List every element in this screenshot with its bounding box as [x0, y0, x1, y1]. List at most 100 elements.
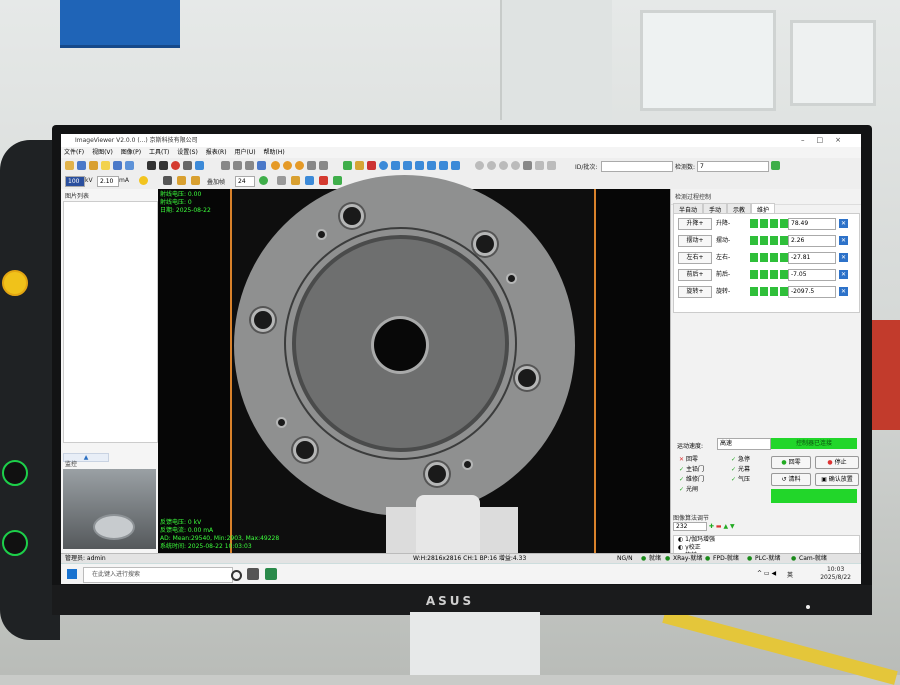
- pointer-icon[interactable]: [257, 161, 266, 170]
- app-taskbar-icon[interactable]: [265, 568, 277, 580]
- algorithm-item[interactable]: ◐ γ校正: [674, 544, 859, 552]
- refresh-icon[interactable]: [259, 176, 268, 185]
- polygon-icon[interactable]: [403, 161, 412, 170]
- swing-value[interactable]: 2.26: [788, 235, 836, 247]
- jog-fast-button[interactable]: [750, 219, 758, 228]
- frontback-plus-button[interactable]: 前后+: [678, 269, 712, 281]
- settings-icon[interactable]: [125, 161, 134, 170]
- area-icon[interactable]: [415, 161, 424, 170]
- profile-icon[interactable]: [427, 161, 436, 170]
- wand-icon[interactable]: [277, 176, 286, 185]
- taskbar-clock[interactable]: 10:03 2025/8/22: [820, 566, 851, 582]
- jog-mid-button[interactable]: [760, 219, 768, 228]
- stop-icon[interactable]: [171, 161, 180, 170]
- menu-tools[interactable]: 工具(T): [146, 149, 172, 156]
- windows-start-icon[interactable]: [67, 569, 77, 579]
- swing-plus-button[interactable]: 摆动+: [678, 235, 712, 247]
- taskbar-search[interactable]: 在此键入进行搜索: [83, 567, 233, 583]
- jog-slow-button[interactable]: [770, 236, 778, 245]
- folder-icon[interactable]: [177, 176, 186, 185]
- save-as-icon[interactable]: [113, 161, 122, 170]
- measure-icon[interactable]: [355, 161, 364, 170]
- light-icon[interactable]: [101, 161, 110, 170]
- rotate-reset-icon[interactable]: ✕: [839, 287, 848, 296]
- camera-icon[interactable]: [163, 176, 172, 185]
- leftright-value[interactable]: -27.81: [788, 252, 836, 264]
- speed-select[interactable]: 高速: [717, 438, 771, 450]
- menu-image[interactable]: 图像(P): [118, 149, 144, 156]
- menu-report[interactable]: 报表(R): [203, 149, 230, 156]
- jog-fast-button[interactable]: [750, 270, 758, 279]
- rotate-minus-label[interactable]: 旋转-: [716, 286, 730, 297]
- menu-help[interactable]: 帮助(H): [261, 149, 288, 156]
- zoom-in-icon[interactable]: [271, 161, 280, 170]
- filter-icon[interactable]: [475, 161, 484, 170]
- xray-viewer[interactable]: 射线电压: 0.00 射线电压: 0 日期: 2025-08-22 反馈电压: …: [158, 175, 670, 555]
- move-up-icon[interactable]: ▲: [723, 523, 728, 530]
- image-icon[interactable]: [195, 161, 204, 170]
- jog-step-button[interactable]: [780, 287, 788, 296]
- menu-settings[interactable]: 设置(S): [174, 149, 201, 156]
- angle-icon[interactable]: [367, 161, 376, 170]
- eraser-icon[interactable]: [547, 161, 556, 170]
- frame-input[interactable]: 24: [235, 176, 255, 187]
- flip-icon[interactable]: [307, 161, 316, 170]
- ime-indicator[interactable]: 英: [787, 570, 793, 579]
- frontback-reset-icon[interactable]: ✕: [839, 270, 848, 279]
- filter-icon[interactable]: [499, 161, 508, 170]
- jog-mid-button[interactable]: [760, 270, 768, 279]
- jog-step-button[interactable]: [780, 236, 788, 245]
- confirm-arrow-icon[interactable]: [771, 161, 780, 170]
- leftright-minus-label[interactable]: 左右-: [716, 252, 730, 263]
- move-down-icon[interactable]: ▼: [730, 523, 735, 530]
- filter-icon[interactable]: [511, 161, 520, 170]
- annotate-icon[interactable]: [523, 161, 532, 170]
- lift-plus-button[interactable]: 升降+: [678, 218, 712, 230]
- jog-slow-button[interactable]: [770, 253, 778, 262]
- algorithm-item[interactable]: ◐ 1/伽玛增强: [674, 536, 859, 544]
- jog-slow-button[interactable]: [770, 287, 778, 296]
- confirm-placement-button[interactable]: ▣ 确认放置: [815, 473, 859, 486]
- report-icon[interactable]: [183, 161, 192, 170]
- jog-mid-button[interactable]: [760, 253, 768, 262]
- cortana-icon[interactable]: [231, 570, 242, 581]
- jog-slow-button[interactable]: [770, 270, 778, 279]
- brush-icon[interactable]: [305, 176, 314, 185]
- rotate-icon[interactable]: [233, 161, 242, 170]
- swing-reset-icon[interactable]: ✕: [839, 236, 848, 245]
- frontback-value[interactable]: -7.05: [788, 269, 836, 281]
- circle-icon[interactable]: [379, 161, 388, 170]
- swing-minus-label[interactable]: 摆动-: [716, 235, 730, 246]
- close-icon[interactable]: ×: [835, 136, 853, 144]
- jog-mid-button[interactable]: [760, 287, 768, 296]
- print-icon[interactable]: [191, 176, 200, 185]
- jog-fast-button[interactable]: [750, 253, 758, 262]
- lift-value[interactable]: 78.49: [788, 218, 836, 230]
- jog-step-button[interactable]: [780, 253, 788, 262]
- jog-step-button[interactable]: [780, 270, 788, 279]
- disk-icon[interactable]: [147, 161, 156, 170]
- grid-icon[interactable]: [319, 161, 328, 170]
- image-list[interactable]: [63, 201, 158, 443]
- crop-icon[interactable]: [221, 161, 230, 170]
- rectangle-icon[interactable]: [391, 161, 400, 170]
- line-icon[interactable]: [343, 161, 352, 170]
- frontback-minus-label[interactable]: 前后-: [716, 269, 730, 280]
- remove-icon[interactable]: ▬: [716, 523, 722, 530]
- add-icon[interactable]: ✚: [709, 523, 714, 530]
- leftright-plus-button[interactable]: 左右+: [678, 252, 712, 264]
- radiation-icon[interactable]: [139, 176, 148, 185]
- ma-input[interactable]: 2.10: [97, 176, 119, 187]
- open-folder-icon[interactable]: [65, 161, 74, 170]
- light-icon[interactable]: [291, 176, 300, 185]
- clear-button[interactable]: ↺ 清料: [771, 473, 811, 486]
- marker-icon[interactable]: [319, 176, 328, 185]
- menu-file[interactable]: 文件(F): [61, 149, 87, 156]
- maximize-icon[interactable]: □: [817, 136, 836, 144]
- id-input[interactable]: [601, 161, 673, 172]
- save-icon[interactable]: [77, 161, 86, 170]
- rotate-value[interactable]: -2097.5: [788, 286, 836, 298]
- forward-arrow-icon[interactable]: [333, 176, 342, 185]
- jog-step-button[interactable]: [780, 219, 788, 228]
- zoom-fit-icon[interactable]: [295, 161, 304, 170]
